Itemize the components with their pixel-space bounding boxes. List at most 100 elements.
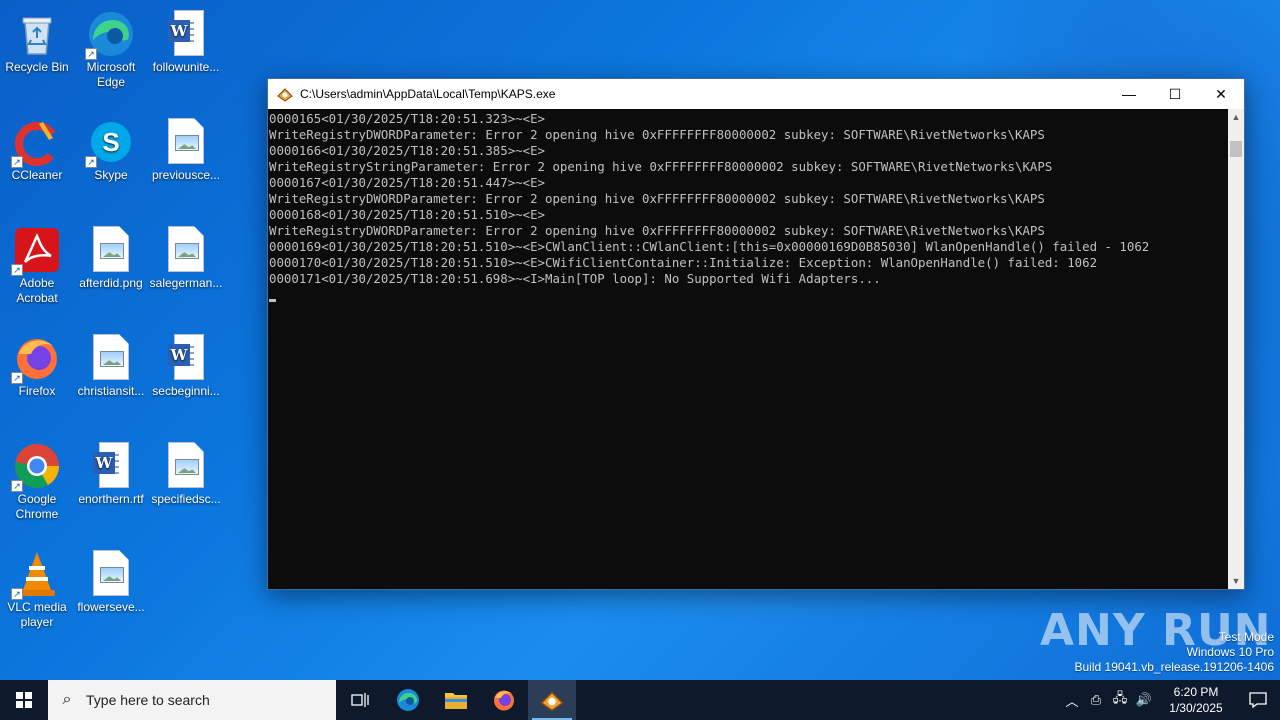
desktop-icon-recycle-bin[interactable]: Recycle Bin bbox=[0, 4, 74, 75]
microsoft-edge-icon: ↗ bbox=[85, 10, 135, 60]
console-output[interactable]: 0000165<01/30/2025/T18:20:51.323>~<E> Wri… bbox=[268, 109, 1229, 589]
skype-icon: S ↗ bbox=[85, 118, 135, 168]
desktop-icon-afterdid[interactable]: afterdid.png bbox=[74, 220, 148, 291]
desktop-icon-label: salegerman... bbox=[149, 276, 223, 290]
folder-icon bbox=[445, 693, 467, 709]
notification-icon bbox=[1249, 692, 1267, 708]
console-line: WriteRegistryDWORDParameter: Error 2 ope… bbox=[269, 191, 1045, 206]
taskbar-file-explorer-button[interactable] bbox=[432, 680, 480, 720]
close-button[interactable]: ✕ bbox=[1198, 79, 1244, 109]
console-line: 0000168<01/30/2025/T18:20:51.510>~<E> bbox=[269, 207, 546, 222]
desktop-icon-enorthern[interactable]: W enorthern.rtf bbox=[74, 436, 148, 507]
desktop-icon-ccleaner[interactable]: ↗ CCleaner bbox=[0, 112, 74, 183]
shortcut-arrow-icon: ↗ bbox=[85, 48, 97, 60]
console-line: 0000165<01/30/2025/T18:20:51.323>~<E> bbox=[269, 111, 546, 126]
console-line: 0000166<01/30/2025/T18:20:51.385>~<E> bbox=[269, 143, 546, 158]
desktop-icon-vlc[interactable]: ↗ VLC media player bbox=[0, 544, 74, 630]
desktop-icon-salegerman[interactable]: salegerman... bbox=[149, 220, 223, 291]
clock-time: 6:20 PM bbox=[1173, 685, 1219, 699]
vlc-icon: ↗ bbox=[11, 550, 61, 600]
system-tray: ︿ ⎙ 🖧 🔊 6:20 PM 1/30/2025 bbox=[1060, 680, 1280, 720]
desktop-icon-christiansit[interactable]: christiansit... bbox=[74, 328, 148, 399]
image-file-icon bbox=[87, 550, 135, 598]
shortcut-arrow-icon: ↗ bbox=[11, 588, 23, 600]
desktop-icon-label: Microsoft Edge bbox=[86, 60, 136, 89]
console-line: 0000171<01/30/2025/T18:20:51.698>~<I>Mai… bbox=[269, 271, 881, 286]
desktop-icon-microsoft-edge[interactable]: ↗ Microsoft Edge bbox=[74, 4, 148, 90]
image-file-icon bbox=[162, 442, 210, 490]
desktop-icon-label: followunite... bbox=[152, 60, 220, 74]
desktop-icon-previousce[interactable]: previousce... bbox=[149, 112, 223, 183]
word-document-icon: W bbox=[162, 10, 210, 58]
device-icon[interactable]: ⎙ bbox=[1084, 692, 1108, 708]
scroll-up-arrow-icon[interactable]: ▲ bbox=[1228, 109, 1244, 125]
start-button[interactable] bbox=[0, 680, 48, 720]
maximize-button[interactable]: ☐ bbox=[1152, 79, 1198, 109]
taskbar: ⌕ Type here to search ︿ ⎙ 🖧 🔊 6:20 PM 1/… bbox=[0, 680, 1280, 720]
shortcut-arrow-icon: ↗ bbox=[11, 372, 23, 384]
desktop-icon-label: Google Chrome bbox=[15, 492, 59, 521]
desktop-icon-label: afterdid.png bbox=[79, 276, 143, 290]
recycle-bin-icon bbox=[13, 10, 61, 58]
console-window[interactable]: C:\Users\admin\AppData\Local\Temp\KAPS.e… bbox=[267, 78, 1245, 590]
desktop-icon-adobe-acrobat[interactable]: ↗ Adobe Acrobat bbox=[0, 220, 74, 306]
desktop-icon-flowerseve[interactable]: flowerseve... bbox=[74, 544, 148, 615]
window-title: C:\Users\admin\AppData\Local\Temp\KAPS.e… bbox=[300, 87, 556, 101]
desktop-icon-google-chrome[interactable]: ↗ Google Chrome bbox=[0, 436, 74, 522]
window-titlebar[interactable]: C:\Users\admin\AppData\Local\Temp\KAPS.e… bbox=[268, 79, 1244, 109]
clock-date: 1/30/2025 bbox=[1169, 701, 1223, 715]
desktop-icon-skype[interactable]: S ↗ Skype bbox=[74, 112, 148, 183]
desktop-icon-label: Recycle Bin bbox=[5, 60, 69, 74]
search-box[interactable]: ⌕ Type here to search bbox=[48, 680, 336, 720]
taskbar-kaps-button[interactable] bbox=[528, 680, 576, 720]
test-mode-label: Test Mode bbox=[1218, 630, 1274, 644]
scrollbar-thumb[interactable] bbox=[1230, 141, 1242, 157]
chevron-up-icon[interactable]: ︿ bbox=[1060, 691, 1084, 710]
word-document-icon: W bbox=[87, 442, 135, 490]
minimize-button[interactable]: — bbox=[1106, 79, 1152, 109]
ccleaner-icon: ↗ bbox=[11, 118, 61, 168]
task-view-button[interactable] bbox=[336, 680, 384, 720]
kaps-app-icon bbox=[540, 691, 564, 712]
text-cursor bbox=[269, 299, 276, 302]
desktop-icon-label: previousce... bbox=[151, 168, 221, 182]
shortcut-arrow-icon: ↗ bbox=[85, 156, 97, 168]
network-icon[interactable]: 🖧 bbox=[1108, 689, 1132, 711]
google-chrome-icon: ↗ bbox=[11, 442, 61, 492]
windows-logo-icon bbox=[16, 692, 32, 708]
desktop-icon-label: VLC media player bbox=[7, 600, 67, 629]
console-line: 0000169<01/30/2025/T18:20:51.510>~<E>CWl… bbox=[269, 239, 1150, 254]
desktop-icon-firefox[interactable]: ↗ Firefox bbox=[0, 328, 74, 399]
kaps-app-icon bbox=[277, 86, 293, 102]
build-label: Build 19041.vb_release.191206-1406 bbox=[1074, 660, 1275, 674]
notification-button[interactable] bbox=[1236, 680, 1280, 720]
shortcut-arrow-icon: ↗ bbox=[11, 264, 23, 276]
taskbar-firefox-button[interactable] bbox=[480, 680, 528, 720]
test-mode-info: Test Mode Windows 10 Pro Build 19041.vb_… bbox=[1075, 630, 1275, 675]
adobe-acrobat-icon: ↗ bbox=[11, 226, 61, 276]
scroll-down-arrow-icon[interactable]: ▼ bbox=[1228, 573, 1244, 589]
image-file-icon bbox=[162, 226, 210, 274]
task-view-icon bbox=[351, 693, 369, 707]
vertical-scrollbar[interactable]: ▲ ▼ bbox=[1228, 109, 1244, 589]
desktop-icon-followunite[interactable]: W followunite... bbox=[149, 4, 223, 75]
windows-edition-label: Windows 10 Pro bbox=[1186, 645, 1274, 659]
console-line: WriteRegistryDWORDParameter: Error 2 ope… bbox=[269, 127, 1045, 142]
firefox-icon bbox=[494, 690, 514, 711]
volume-icon[interactable]: 🔊 bbox=[1132, 692, 1156, 708]
image-file-icon bbox=[87, 334, 135, 382]
desktop-icon-label: flowerseve... bbox=[77, 600, 145, 614]
shortcut-arrow-icon: ↗ bbox=[11, 156, 23, 168]
desktop-icon-secbeginni[interactable]: W secbeginni... bbox=[149, 328, 223, 399]
console-line: 0000167<01/30/2025/T18:20:51.447>~<E> bbox=[269, 175, 546, 190]
desktop-icon-label: enorthern.rtf bbox=[78, 492, 144, 506]
desktop-icon-label: Skype bbox=[94, 168, 128, 182]
desktop-icon-specifiedsc[interactable]: specifiedsc... bbox=[149, 436, 223, 507]
desktop-icon-label: christiansit... bbox=[77, 384, 145, 398]
desktop-icon-label: secbeginni... bbox=[152, 384, 220, 398]
console-line: WriteRegistryDWORDParameter: Error 2 ope… bbox=[269, 223, 1045, 238]
console-line: WriteRegistryStringParameter: Error 2 op… bbox=[269, 159, 1053, 174]
clock[interactable]: 6:20 PM 1/30/2025 bbox=[1156, 684, 1236, 716]
taskbar-edge-button[interactable] bbox=[384, 680, 432, 720]
firefox-icon: ↗ bbox=[11, 334, 61, 384]
